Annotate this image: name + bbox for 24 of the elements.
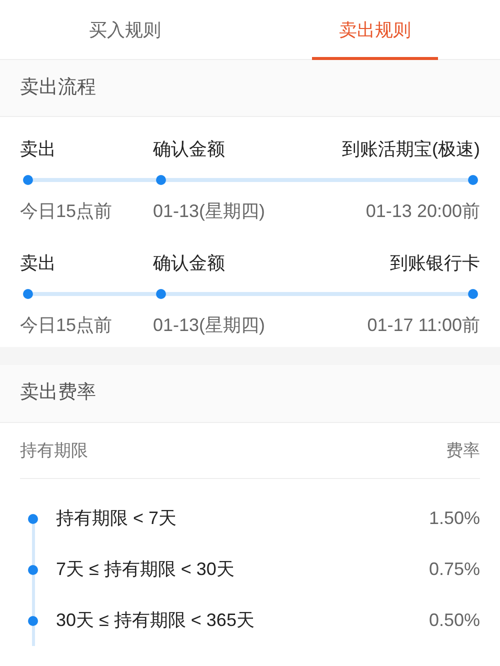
section-title: 卖出费率	[20, 381, 96, 406]
fee-rate: 0.75%	[428, 558, 480, 581]
step-time: 今日15点前	[20, 314, 114, 337]
step-label: 到账银行卡	[390, 252, 480, 275]
step-label: 卖出	[20, 138, 57, 161]
fee-period: 7天 ≤ 持有期限 < 30天	[56, 558, 236, 581]
tab[interactable]: 买入规则	[62, 0, 188, 60]
fee-rate: 0.50%	[428, 609, 480, 632]
step-time: 01-13(星期四)	[153, 200, 266, 223]
step-label: 确认金额	[153, 138, 226, 161]
fee-period: 30天 ≤ 持有期限 < 365天	[56, 609, 256, 632]
step-time: 01-13(星期四)	[153, 314, 266, 337]
step-time: 今日15点前	[20, 200, 114, 223]
fee-period: 持有期限 < 7天	[56, 507, 178, 530]
timeline-line	[32, 626, 34, 646]
step-label: 卖出	[20, 252, 57, 275]
step-label: 到账活期宝(极速)	[342, 138, 480, 161]
step-time: 01-13 20:00前	[366, 200, 480, 223]
column-header: 持有期限	[20, 440, 88, 462]
column-header: 费率	[446, 440, 480, 462]
section-title: 卖出流程	[20, 76, 96, 100]
step-label: 确认金额	[153, 252, 226, 275]
fee-rate: 1.50%	[428, 507, 480, 530]
step-time: 01-17 11:00前	[367, 314, 480, 337]
